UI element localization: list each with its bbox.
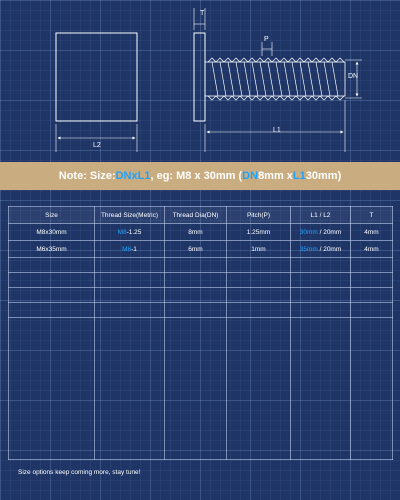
- empty-row: [8, 302, 393, 318]
- length-l1: 35mm: [299, 245, 318, 253]
- header-pitch: Pitch(P): [226, 206, 291, 224]
- footer-note: Size options keep coming more, stay tune…: [18, 469, 141, 476]
- note-example: , eg: M8 x 30mm (: [150, 170, 243, 182]
- l1-label: L1: [273, 127, 281, 134]
- empty-row: [8, 287, 393, 303]
- table-row: M6x35mm M6-1 6mm 1mm 35mm / 20mm 4mm: [8, 240, 393, 258]
- table-row: M8x30mm M8-1.25 8mm 1.25mm 30mm / 20mm 4…: [8, 223, 393, 241]
- header-length: L1 / L2: [290, 206, 351, 224]
- header-thickness: T: [350, 206, 393, 224]
- cell-pitch: 1.25mm: [226, 223, 291, 241]
- bolt-head-front-view: [55, 32, 138, 122]
- cell-size: M8x30mm: [8, 223, 95, 241]
- length-l1: 30mm: [299, 228, 318, 236]
- cell-length: 35mm / 20mm: [290, 240, 351, 258]
- note-l1-example: L1: [292, 170, 306, 182]
- note-length-example: 30mm): [305, 170, 342, 182]
- header-size: Size: [8, 206, 95, 224]
- cell-thread-size: M6-1: [94, 240, 165, 258]
- length-l2: / 20mm: [317, 228, 342, 236]
- product-spec-sheet: T P DN L1 L2 Note: Size: DN x L1 , eg: M…: [0, 0, 400, 500]
- header-thread-dia: Thread Dia(DN): [164, 206, 227, 224]
- cell-thread-dia: 6mm: [164, 240, 227, 258]
- note-dia-example: 8mm x: [258, 170, 293, 182]
- bolt-head-side-view: [193, 32, 206, 122]
- note-dn: DN: [115, 170, 132, 182]
- thread-code: M6: [122, 245, 132, 253]
- table-header-row: Size Thread Size(Metric) Thread Dia(DN) …: [8, 206, 393, 224]
- bolt-drawing: [55, 8, 362, 152]
- empty-row: [8, 272, 393, 288]
- header-thread-size: Thread Size(Metric): [94, 206, 165, 224]
- thread-pitch: -1.25: [126, 228, 142, 236]
- cell-thread-size: M8-1.25: [94, 223, 165, 241]
- cell-pitch: 1mm: [226, 240, 291, 258]
- size-note-banner: Note: Size: DN x L1 , eg: M8 x 30mm ( DN…: [0, 162, 400, 190]
- note-prefix: Note: Size:: [58, 170, 116, 182]
- thread-pitch: -1: [131, 245, 137, 253]
- spec-table: Size Thread Size(Metric) Thread Dia(DN) …: [8, 206, 393, 460]
- empty-row: [8, 257, 393, 273]
- empty-row: [8, 317, 393, 460]
- note-dn-example: DN: [242, 170, 259, 182]
- cell-thickness: 4mm: [350, 240, 393, 258]
- cell-size: M6x35mm: [8, 240, 95, 258]
- thread-code: M8: [117, 228, 127, 236]
- note-l1: L1: [137, 170, 151, 182]
- t-label: T: [200, 10, 205, 17]
- length-l2: / 20mm: [317, 245, 342, 253]
- cell-thickness: 4mm: [350, 223, 393, 241]
- l2-label: L2: [93, 142, 101, 149]
- p-label: P: [264, 36, 269, 43]
- threaded-shank: [204, 57, 346, 101]
- cell-thread-dia: 8mm: [164, 223, 227, 241]
- cell-length: 30mm / 20mm: [290, 223, 351, 241]
- dn-label: DN: [348, 73, 359, 80]
